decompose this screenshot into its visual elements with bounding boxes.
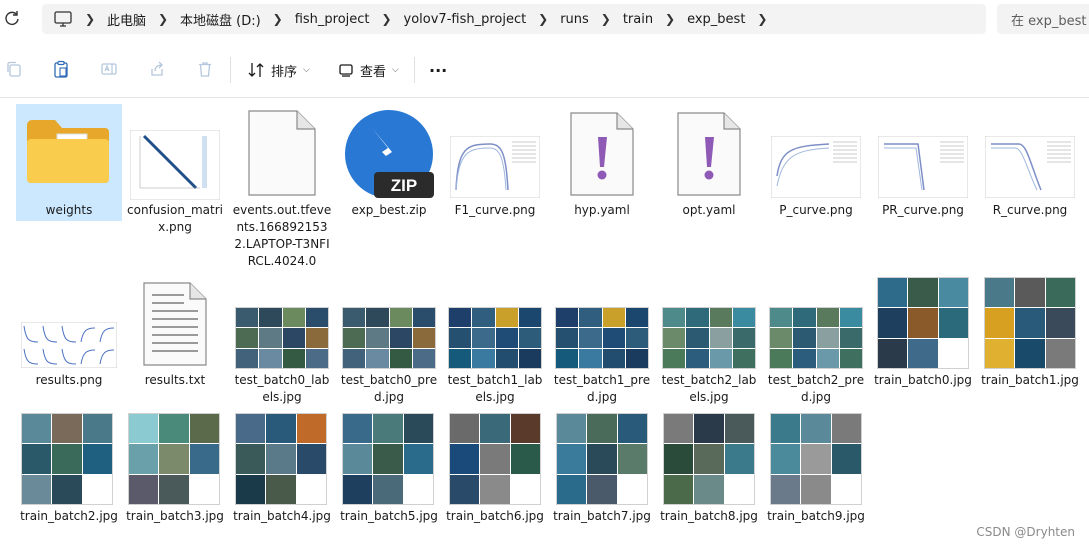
file-item-train-batch3[interactable]: train_batch3.jpg: [122, 410, 228, 530]
copy-icon[interactable]: [5, 60, 23, 78]
file-item-weights[interactable]: weights: [16, 104, 122, 221]
chevron-right-icon[interactable]: ❯: [526, 12, 560, 26]
zip-badge: ZIP: [391, 176, 417, 195]
file-item-p-curve[interactable]: P_curve.png: [763, 104, 869, 224]
file-name: test_batch0_pred.jpg: [340, 373, 438, 404]
file-name: hyp.yaml: [574, 203, 630, 217]
file-item-results-txt[interactable]: results.txt: [122, 274, 228, 394]
file-name: results.png: [35, 373, 103, 387]
chevron-right-icon[interactable]: ❯: [370, 12, 404, 26]
file-name: weights: [45, 203, 93, 217]
breadcrumb-expand[interactable]: ❯: [745, 12, 779, 26]
file-item-train-batch5[interactable]: train_batch5.jpg: [336, 410, 442, 530]
file-name: F1_curve.png: [454, 203, 536, 217]
file-name: train_batch9.jpg: [767, 509, 865, 523]
watermark: CSDN @Dryhten: [976, 525, 1075, 539]
file-name: train_batch0.jpg: [874, 373, 972, 387]
file-name: R_curve.png: [992, 203, 1068, 217]
file-name: test_batch1_pred.jpg: [553, 373, 651, 404]
file-name: train_batch5.jpg: [340, 509, 438, 523]
file-name: test_batch2_labels.jpg: [661, 373, 757, 404]
file-item-train-batch1[interactable]: train_batch1.jpg: [977, 274, 1083, 394]
file-name: train_batch8.jpg: [660, 509, 758, 523]
file-name: test_batch1_labels.jpg: [447, 373, 543, 404]
file-item-opt-yaml[interactable]: opt.yaml: [656, 104, 762, 224]
file-name: exp_best.zip: [351, 203, 427, 217]
breadcrumb-item-runs[interactable]: ❯ runs: [526, 12, 589, 27]
breadcrumb-item-yolov7[interactable]: ❯ yolov7-fish_project: [370, 12, 526, 27]
chevron-right-icon[interactable]: ❯: [261, 12, 295, 26]
chevron-right-icon[interactable]: ❯: [745, 12, 779, 26]
more-icon: ···: [429, 60, 448, 80]
file-name: train_batch2.jpg: [20, 509, 118, 523]
file-name: PR_curve.png: [882, 203, 964, 217]
file-item-test-batch1-labels[interactable]: test_batch1_labels.jpg: [442, 274, 548, 408]
view-label: 查看: [360, 64, 387, 80]
chevron-down-icon: ⌵: [392, 65, 399, 75]
sort-label: 排序: [271, 64, 298, 80]
file-name: train_batch4.jpg: [233, 509, 331, 523]
file-name: train_batch6.jpg: [446, 509, 544, 523]
view-button[interactable]: 查看 ⌵: [338, 60, 399, 80]
file-item-exp-best-zip[interactable]: ZIP exp_best.zip: [336, 104, 442, 224]
file-name: test_batch0_labels.jpg: [234, 373, 330, 404]
sort-button[interactable]: 排序 ⌵: [247, 60, 310, 80]
chevron-right-icon[interactable]: ❯: [653, 12, 687, 26]
toolbar-divider: [414, 57, 415, 83]
chevron-down-icon: ⌵: [303, 65, 310, 75]
chevron-right-icon[interactable]: ❯: [146, 12, 180, 26]
search-input[interactable]: 在 exp_best 中搜索: [997, 4, 1089, 34]
command-bar: 排序 ⌵ 查看 ⌵ ···: [0, 43, 1089, 98]
breadcrumb-item-drive-d[interactable]: ❯ 本地磁盘 (D:): [146, 10, 261, 29]
rename-icon[interactable]: [100, 60, 118, 78]
chevron-right-icon[interactable]: ❯: [589, 12, 623, 26]
this-pc-icon[interactable]: [53, 9, 73, 29]
file-item-train-batch4[interactable]: train_batch4.jpg: [229, 410, 335, 530]
file-list: weights confusion_matrix.png events.out.…: [0, 97, 1089, 549]
file-name: results.txt: [144, 373, 206, 387]
file-name: train_batch3.jpg: [126, 509, 224, 523]
chevron-right-icon[interactable]: ❯: [73, 12, 107, 26]
breadcrumb[interactable]: ❯ 此电脑 ❯ 本地磁盘 (D:) ❯ fish_project ❯ yolov7-fi…: [42, 4, 986, 34]
file-item-hyp-yaml[interactable]: hyp.yaml: [549, 104, 655, 224]
file-item-r-curve[interactable]: R_curve.png: [977, 104, 1083, 224]
breadcrumb-item-exp-best[interactable]: ❯ exp_best: [653, 12, 745, 27]
file-name: test_batch2_pred.jpg: [767, 373, 865, 404]
file-name: opt.yaml: [682, 203, 736, 217]
file-name: P_curve.png: [779, 203, 853, 217]
file-item-train-batch0[interactable]: train_batch0.jpg: [870, 274, 976, 394]
file-item-train-batch9[interactable]: train_batch9.jpg: [763, 410, 869, 530]
file-item-f1-curve[interactable]: F1_curve.png: [442, 104, 548, 224]
file-item-test-batch2-pred[interactable]: test_batch2_pred.jpg: [763, 274, 869, 408]
file-name: confusion_matrix.png: [127, 203, 223, 234]
breadcrumb-item-fish-project[interactable]: ❯ fish_project: [261, 12, 370, 27]
breadcrumb-item-this-pc[interactable]: ❯ 此电脑: [73, 10, 146, 29]
file-item-confusion-matrix[interactable]: confusion_matrix.png: [122, 104, 228, 254]
share-icon[interactable]: [148, 60, 166, 78]
file-item-train-batch2[interactable]: train_batch2.jpg: [16, 410, 122, 530]
paste-icon[interactable]: [52, 60, 70, 78]
file-item-train-batch8[interactable]: train_batch8.jpg: [656, 410, 762, 530]
toolbar-divider: [230, 57, 231, 83]
refresh-icon[interactable]: [3, 9, 21, 27]
file-item-results-png[interactable]: results.png: [16, 274, 122, 394]
file-item-test-batch2-labels[interactable]: test_batch2_labels.jpg: [656, 274, 762, 408]
file-name: events.out.tfevents.1668921532.LAPTOP-T3…: [232, 203, 332, 268]
file-item-train-batch6[interactable]: train_batch6.jpg: [442, 410, 548, 530]
file-name: train_batch1.jpg: [981, 373, 1079, 387]
view-icon: [339, 64, 353, 77]
file-item-test-batch0-pred[interactable]: test_batch0_pred.jpg: [336, 274, 442, 408]
delete-icon[interactable]: [196, 60, 214, 78]
breadcrumb-item-train[interactable]: ❯ train: [589, 12, 653, 27]
file-item-events[interactable]: events.out.tfevents.1668921532.LAPTOP-T3…: [229, 104, 335, 272]
file-item-train-batch7[interactable]: train_batch7.jpg: [549, 410, 655, 530]
more-options-button[interactable]: ···: [429, 60, 447, 80]
address-bar: ❯ 此电脑 ❯ 本地磁盘 (D:) ❯ fish_project ❯ yolov7-fi…: [0, 0, 1089, 42]
file-item-test-batch1-pred[interactable]: test_batch1_pred.jpg: [549, 274, 655, 408]
sort-icon: [248, 63, 264, 77]
file-item-test-batch0-labels[interactable]: test_batch0_labels.jpg: [229, 274, 335, 408]
file-item-pr-curve[interactable]: PR_curve.png: [870, 104, 976, 224]
file-name: train_batch7.jpg: [553, 509, 651, 523]
